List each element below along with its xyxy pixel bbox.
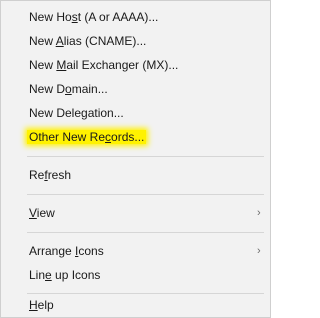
context-menu: New Host (A or AAAA)... New Alias (CNAME…: [0, 0, 271, 318]
submenu-arrow-icon: ›: [257, 207, 261, 219]
menu-separator: [27, 194, 264, 195]
menu-item-new-mail-exchanger[interactable]: New Mail Exchanger (MX)...: [29, 55, 178, 76]
highlight-marker: Other New Records...: [27, 130, 147, 144]
menu-separator: [27, 156, 264, 157]
menu-item-new-host[interactable]: New Host (A or AAAA)...: [29, 7, 158, 28]
menu-item-new-domain[interactable]: New Domain...: [29, 79, 108, 100]
menu-item-other-new-records[interactable]: Other New Records...: [27, 127, 147, 148]
menu-item-new-alias[interactable]: New Alias (CNAME)...: [29, 31, 146, 52]
menu-item-arrange-icons[interactable]: Arrange Icons: [29, 241, 104, 262]
submenu-arrow-icon: ›: [257, 245, 261, 257]
menu-item-help[interactable]: Help: [29, 295, 54, 316]
menu-item-view[interactable]: View: [29, 203, 55, 224]
menu-separator: [27, 293, 264, 294]
menu-item-line-up-icons[interactable]: Line up Icons: [29, 265, 100, 286]
menu-separator: [27, 232, 264, 233]
menu-item-refresh[interactable]: Refresh: [29, 165, 71, 186]
menu-item-new-delegation[interactable]: New Delegation...: [29, 103, 124, 124]
